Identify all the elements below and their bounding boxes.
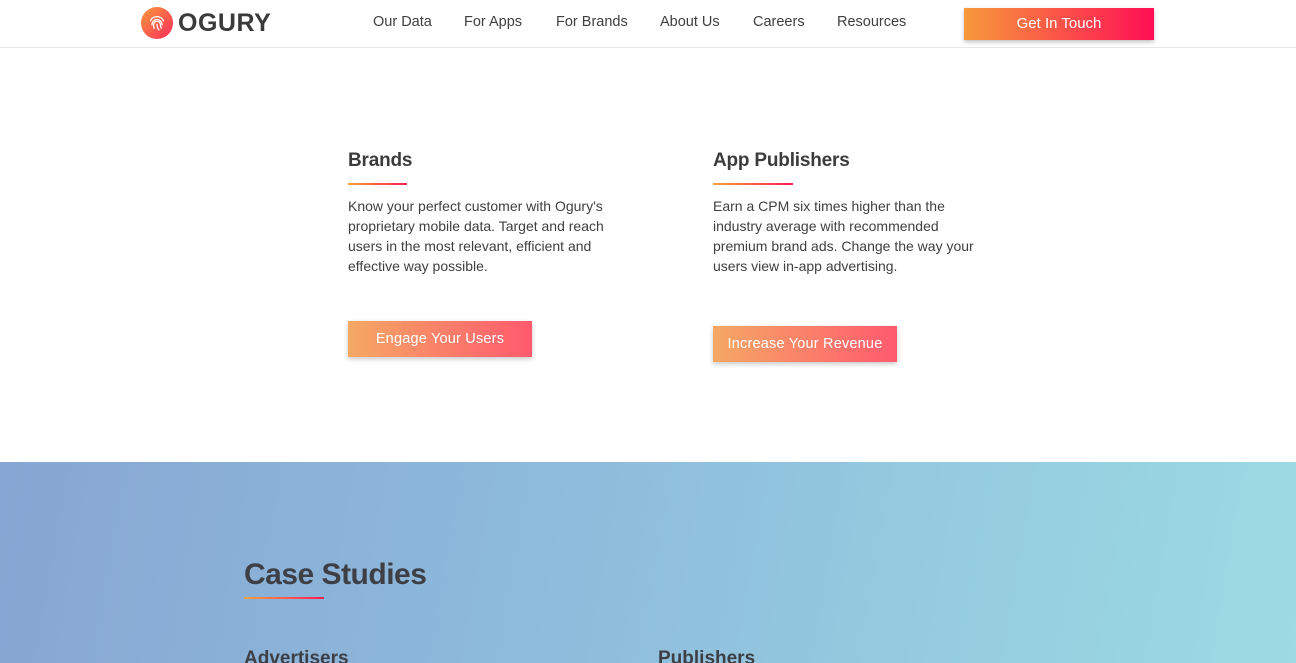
fingerprint-icon xyxy=(141,7,173,39)
nav-about-us[interactable]: About Us xyxy=(660,14,720,30)
get-in-touch-button[interactable]: Get In Touch xyxy=(964,8,1154,40)
nav-for-brands[interactable]: For Brands xyxy=(556,14,628,30)
nav-our-data[interactable]: Our Data xyxy=(373,14,432,30)
feature-title: App Publishers xyxy=(713,150,850,171)
title-underline xyxy=(713,183,793,185)
increase-revenue-button[interactable]: Increase Your Revenue xyxy=(713,326,897,362)
feature-description: Earn a CPM six times higher than the ind… xyxy=(713,198,974,274)
nav-resources[interactable]: Resources xyxy=(837,14,906,30)
feature-title: Brands xyxy=(348,150,413,171)
case-studies-section: Case Studies Advertisers Publishers xyxy=(0,462,1296,663)
title-underline xyxy=(244,597,324,599)
nav-careers[interactable]: Careers xyxy=(753,14,805,30)
nav-for-apps[interactable]: For Apps xyxy=(464,14,522,30)
case-column-publishers: Publishers xyxy=(658,648,756,663)
case-column-advertisers: Advertisers xyxy=(244,648,349,663)
feature-app-publishers: App Publishers Earn a CPM six times high… xyxy=(713,148,978,276)
logo[interactable]: OGURY xyxy=(141,6,271,40)
title-underline xyxy=(348,183,407,185)
feature-description: Know your perfect customer with Ogury's … xyxy=(348,198,604,274)
case-studies-title: Case Studies xyxy=(244,558,427,591)
engage-users-button[interactable]: Engage Your Users xyxy=(348,321,532,357)
feature-brands: Brands Know your perfect customer with O… xyxy=(348,148,623,276)
site-header: OGURY Our Data For Apps For Brands About… xyxy=(0,0,1296,48)
logo-wordmark: OGURY xyxy=(178,9,272,37)
